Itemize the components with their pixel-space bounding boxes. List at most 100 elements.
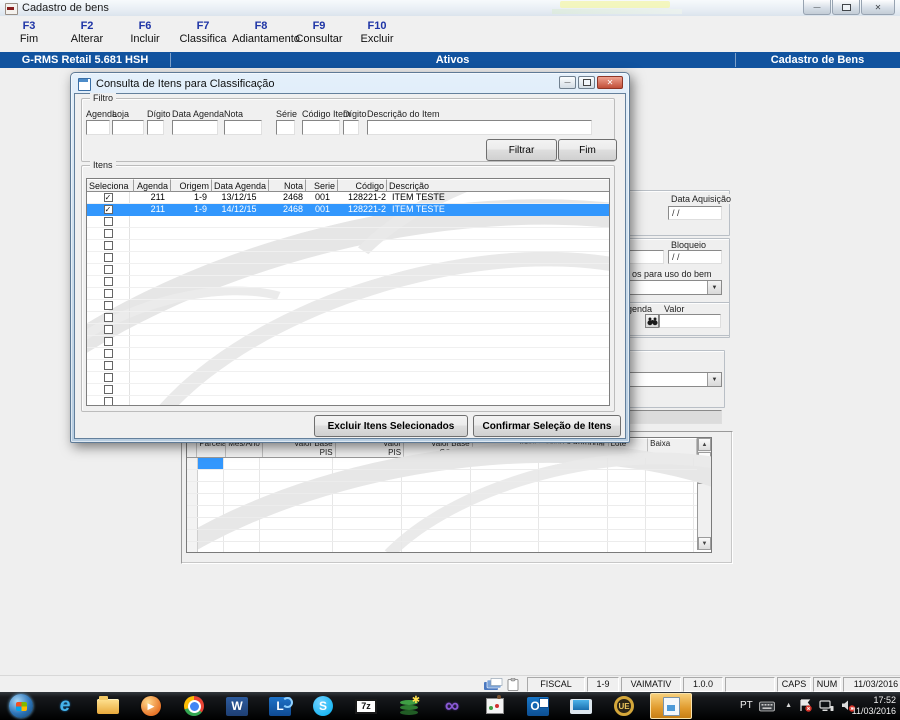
row-checkbox[interactable] (103, 277, 113, 286)
column-header[interactable]: Código (338, 179, 387, 192)
language-indicator[interactable]: PT (740, 700, 753, 711)
taskbar-remote-desktop-icon[interactable] (562, 693, 600, 719)
row-checkbox[interactable] (103, 313, 113, 322)
row-checkbox[interactable] (103, 325, 113, 334)
row-checkbox[interactable] (103, 301, 113, 310)
action-center-flag-icon[interactable] (799, 699, 812, 717)
chevron-down-icon[interactable] (707, 373, 721, 386)
chevron-down-icon[interactable] (707, 281, 721, 294)
table-row[interactable] (87, 288, 609, 300)
taskbar-active-window-icon[interactable] (650, 693, 692, 719)
row-checkbox[interactable] (103, 229, 113, 238)
taskbar-infinity-app-icon[interactable]: ∞ (433, 693, 471, 719)
table-row[interactable] (87, 312, 609, 324)
taskbar-database-tool-icon[interactable] (390, 693, 428, 719)
column-header[interactable]: Descrição (387, 179, 609, 192)
filter-input[interactable] (343, 120, 359, 135)
table-row[interactable] (87, 240, 609, 252)
dialog-maximize-button[interactable] (578, 76, 595, 89)
table-row[interactable] (87, 336, 609, 348)
table-row[interactable] (87, 216, 609, 228)
taskbar-media-player-icon[interactable]: ▶ (132, 693, 170, 719)
taskbar-outlook-icon[interactable]: O (519, 693, 557, 719)
row-checkbox[interactable] (103, 397, 113, 405)
table-row[interactable] (87, 252, 609, 264)
fkey-adiantamento[interactable]: F8 Adiantamento (232, 16, 300, 52)
column-header[interactable]: Agenda (134, 179, 171, 192)
fkey-fim[interactable]: F3 Fim (0, 16, 58, 52)
fkey-incluir[interactable]: F6 Incluir (116, 16, 174, 52)
column-header[interactable]: Data Agenda (212, 179, 269, 192)
window-restore-button[interactable] (832, 0, 860, 15)
taskbar-scheduler-app-icon[interactable] (476, 693, 514, 719)
filter-input[interactable] (224, 120, 262, 135)
filtrar-button[interactable]: Filtrar (486, 139, 557, 161)
filter-input[interactable] (302, 120, 340, 135)
clock[interactable]: 17:52 11/03/2016 (852, 695, 896, 717)
column-header[interactable]: Seleciona (87, 179, 134, 192)
filter-input[interactable] (276, 120, 295, 135)
fkey-classifica[interactable]: F7 Classifica (174, 16, 232, 52)
row-checkbox[interactable] (103, 385, 113, 394)
taskbar-internet-explorer-icon[interactable]: e (46, 693, 84, 719)
fkey-excluir[interactable]: F10 Excluir (348, 16, 406, 52)
row-checkbox[interactable] (103, 289, 113, 298)
row-checkbox[interactable] (103, 361, 113, 370)
table-row[interactable] (87, 264, 609, 276)
data-aquisicao-field[interactable]: / / (668, 206, 722, 220)
column-header[interactable]: Serie (306, 179, 338, 192)
fkey-consultar[interactable]: F9 Consultar (290, 16, 348, 52)
table-row[interactable] (87, 372, 609, 384)
dialog-minimize-button[interactable] (559, 76, 576, 89)
row-checkbox[interactable] (103, 373, 113, 382)
fim-button[interactable]: Fim (558, 139, 617, 161)
taskbar-skype-icon[interactable]: S (304, 693, 342, 719)
table-row[interactable] (87, 360, 609, 372)
network-icon[interactable] (819, 699, 834, 717)
valor-field[interactable] (659, 314, 721, 328)
taskbar-file-explorer-icon[interactable] (89, 693, 127, 719)
fkey-alterar[interactable]: F2 Alterar (58, 16, 116, 52)
dialog-close-button[interactable] (597, 76, 623, 89)
scroll-up-button[interactable] (698, 438, 711, 451)
row-checkbox[interactable] (103, 265, 113, 274)
window-minimize-button[interactable] (803, 0, 831, 15)
confirmar-selecao-button[interactable]: Confirmar Seleção de Itens (473, 415, 621, 437)
table-row[interactable]: ✓ 211 1-9 13/12/15 2468 001 128221-2 ITEM TESTE (87, 192, 609, 204)
row-checkbox[interactable] (103, 349, 113, 358)
table-row[interactable] (87, 228, 609, 240)
table-row[interactable] (87, 300, 609, 312)
taskbar-ultraedit-icon[interactable]: UE (605, 693, 643, 719)
taskbar-word-icon[interactable]: W (218, 693, 256, 719)
row-checkbox[interactable] (103, 337, 113, 346)
dialog-titlebar[interactable]: Consulta de Itens para Classificação (74, 76, 626, 93)
filter-input[interactable] (367, 120, 592, 135)
row-checkbox[interactable] (103, 241, 113, 250)
row-checkbox[interactable] (103, 253, 113, 262)
taskbar-seven-zip-icon[interactable]: 7z (347, 693, 385, 719)
column-header[interactable]: Nota (269, 179, 306, 192)
table-row[interactable] (87, 396, 609, 405)
table-row[interactable] (87, 324, 609, 336)
show-hidden-icons-button[interactable]: ▲ (785, 702, 792, 709)
row-checkbox[interactable]: ✓ (103, 205, 113, 214)
bloqueio-field[interactable]: / / (668, 250, 722, 264)
table-row[interactable] (87, 384, 609, 396)
search-binoculars-button[interactable] (645, 314, 659, 328)
excluir-itens-button[interactable]: Excluir Itens Selecionados (314, 415, 468, 437)
taskbar-start-button-icon[interactable] (4, 693, 38, 719)
filter-input[interactable] (172, 120, 218, 135)
table-row[interactable]: ✓ 211 1-9 14/12/15 2468 001 128221-2 ITEM TESTE (87, 204, 609, 216)
row-checkbox[interactable]: ✓ (103, 193, 113, 202)
window-close-button[interactable] (861, 0, 895, 15)
filter-input[interactable] (112, 120, 144, 135)
taskbar-chrome-icon[interactable] (175, 693, 213, 719)
keyboard-icon[interactable] (759, 699, 775, 717)
row-checkbox[interactable] (103, 217, 113, 226)
filter-input[interactable] (147, 120, 164, 135)
selected-cell[interactable] (198, 458, 224, 469)
table-row[interactable] (87, 348, 609, 360)
column-header[interactable]: Origem (171, 179, 212, 192)
table-row[interactable] (87, 276, 609, 288)
filter-input[interactable] (86, 120, 110, 135)
